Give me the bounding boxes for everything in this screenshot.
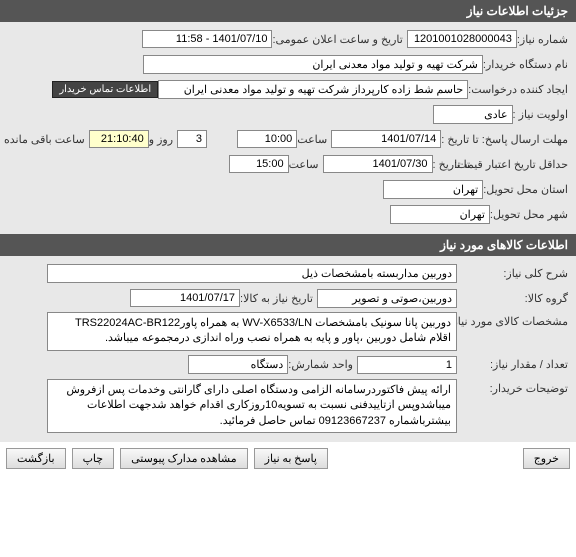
buyer-contact-badge[interactable]: اطلاعات تماس خریدار (52, 81, 158, 98)
remaining-suffix: ساعت باقی مانده (4, 133, 89, 146)
need-number-label: شماره نیاز: (517, 33, 572, 46)
buyer-notes-value: ارائه پیش فاکتوردرسامانه الزامی ودستگاه … (47, 379, 457, 433)
reply-button[interactable]: پاسخ به نیاز (254, 448, 328, 469)
response-deadline-time: 10:00 (237, 130, 297, 148)
price-validity-to-label: تا تاریخ : (433, 158, 474, 171)
request-creator-value: حاسم شط زاده کارپرداز شرکت تهیه و تولید … (158, 80, 468, 99)
unit-label: واحد شمارش: (288, 358, 357, 371)
response-deadline-time-label: ساعت (297, 133, 331, 146)
goods-info-body: شرح کلی نیاز: دوربین مداربسته بامشخصات ذ… (0, 256, 576, 442)
response-deadline-date: 1401/07/14 (331, 130, 441, 148)
delivery-province-value: تهران (383, 180, 483, 199)
delivery-city-value: تهران (390, 205, 490, 224)
delivery-province-label: استان محل تحویل: (483, 183, 572, 196)
price-validity-time: 15:00 (229, 155, 289, 173)
buyer-org-label: نام دستگاه خریدار: (483, 58, 572, 71)
button-row: بازگشت چاپ مشاهده مدارک پیوستی پاسخ به ن… (0, 442, 576, 475)
need-details-header: جزئیات اطلاعات نیاز (0, 0, 576, 22)
goods-info-header: اطلاعات کالاهای مورد نیاز (0, 234, 576, 256)
goods-spec-value: دوربین پانا سونیک بامشخصات WV-X6533/LN ب… (47, 312, 457, 351)
price-validity-date: 1401/07/30 (323, 155, 433, 173)
need-number-value: 1201001028000043 (407, 30, 517, 48)
goods-spec-label: مشخصات کالای مورد نیاز: (457, 312, 572, 328)
need-desc-label: شرح کلی نیاز: (457, 267, 572, 280)
remaining-days: 3 (177, 130, 207, 148)
qty-label: تعداد / مقدار نیاز: (457, 358, 572, 371)
priority-value: عادی (433, 105, 513, 124)
response-deadline-label: مهلت ارسال پاسخ: تا تاریخ : (441, 133, 572, 146)
remaining-time: 21:10:40 (89, 130, 149, 148)
print-button[interactable]: چاپ (72, 448, 115, 469)
attachments-button[interactable]: مشاهده مدارک پیوستی (120, 448, 248, 469)
remaining-days-label: روز و (149, 133, 177, 146)
need-date-label: تاریخ نیاز به کالا: (240, 292, 317, 305)
price-validity-time-label: ساعت (289, 158, 323, 171)
goods-group-value: دوربین،صوتی و تصویر (317, 289, 457, 308)
need-desc-value: دوربین مداربسته بامشخصات ذیل (47, 264, 457, 283)
public-announce-value: 1401/07/10 - 11:58 (142, 30, 272, 48)
need-date-value: 1401/07/17 (130, 289, 240, 307)
request-creator-label: ایجاد کننده درخواست: (468, 83, 572, 96)
goods-group-label: گروه کالا: (457, 292, 572, 305)
buyer-notes-label: توضیحات خریدار: (457, 379, 572, 395)
priority-label: اولویت نیاز : (513, 108, 572, 121)
price-validity-label: حداقل تاریخ اعتبار قیمت: (474, 158, 572, 171)
delivery-city-label: شهر محل تحویل: (490, 208, 572, 221)
buyer-org-value: شرکت تهیه و تولید مواد معدنی ایران (143, 55, 483, 74)
unit-value: دستگاه (188, 355, 288, 374)
exit-button[interactable]: خروج (523, 448, 570, 469)
qty-value: 1 (357, 356, 457, 374)
back-button[interactable]: بازگشت (6, 448, 66, 469)
need-details-body: شماره نیاز: 1201001028000043 تاریخ و ساع… (0, 22, 576, 234)
public-announce-label: تاریخ و ساعت اعلان عمومی: (272, 33, 406, 46)
